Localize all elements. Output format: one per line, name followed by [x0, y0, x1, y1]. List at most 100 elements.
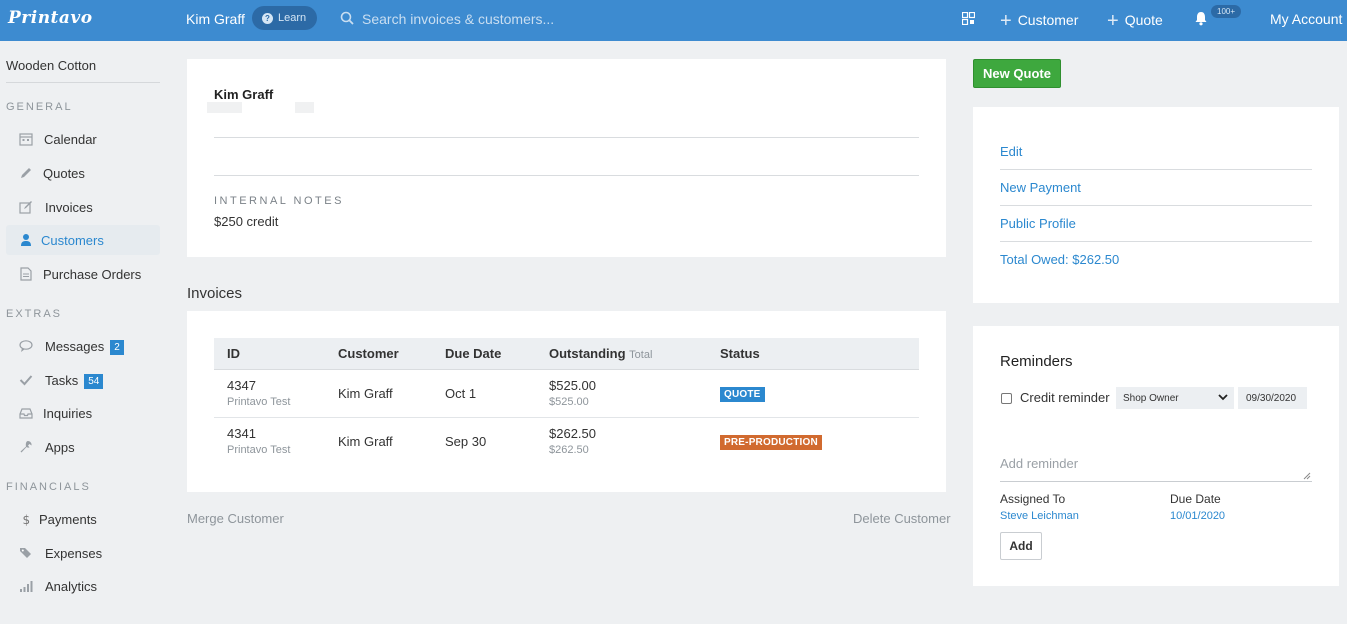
- table-row[interactable]: 4347 Printavo Test Kim Graff Oct 1 $525.0…: [214, 369, 919, 418]
- invoice-status-cell: PRE-PRODUCTION: [720, 417, 919, 465]
- edit-link[interactable]: Edit: [1000, 144, 1312, 159]
- learn-button[interactable]: ? Learn: [252, 6, 317, 30]
- invoice-total: $262.50: [549, 444, 589, 457]
- plus-icon: +: [1107, 10, 1119, 32]
- bar-chart-icon: [20, 581, 33, 592]
- sidebar-item-messages[interactable]: Messages 2: [6, 331, 160, 361]
- credit-reminder-label: Credit reminder: [1020, 390, 1110, 405]
- status-badge[interactable]: QUOTE: [720, 386, 765, 402]
- invoice-outstanding-cell: $262.50 $262.50: [549, 417, 720, 465]
- sidebar-item-calendar[interactable]: Calendar: [6, 124, 160, 154]
- invoice-outstanding: $262.50: [549, 426, 596, 442]
- sidebar-item-label: Analytics: [45, 579, 98, 594]
- status-badge[interactable]: PRE-PRODUCTION: [720, 434, 822, 450]
- sidebar-item-label: Quotes: [43, 166, 85, 181]
- search-input[interactable]: [362, 9, 632, 29]
- calendar-icon: [19, 133, 33, 146]
- credit-reminder-checkbox[interactable]: [1001, 393, 1012, 404]
- sidebar-item-tasks[interactable]: Tasks 54: [6, 365, 160, 395]
- section-label-financials: FINANCIALS: [6, 481, 91, 493]
- top-bar: Printavo Kim Graff ? Learn + Customer + Quo…: [0, 0, 1347, 41]
- table-row[interactable]: 4341 Printavo Test Kim Graff Sep 30 $262.…: [214, 417, 919, 465]
- new-customer-label: Customer: [1017, 12, 1079, 28]
- column-header-outstanding[interactable]: Outstanding Total: [549, 338, 720, 370]
- dollar-icon: $: [23, 513, 31, 526]
- invoice-total: $525.00: [549, 396, 589, 408]
- column-header-due-date[interactable]: Due Date: [445, 338, 549, 370]
- invoices-heading: Invoices: [187, 285, 243, 302]
- messages-count-badge: 2: [110, 340, 124, 355]
- invoice-due-date: Sep 30: [445, 433, 487, 449]
- my-account-link[interactable]: My Account: [1270, 11, 1342, 27]
- sidebar-item-label: Invoices: [45, 200, 93, 215]
- invoice-id[interactable]: 4347: [227, 378, 338, 393]
- invoice-customer: Kim Graff: [338, 433, 393, 449]
- new-quote-label: Quote: [1124, 12, 1163, 28]
- total-owed-link[interactable]: Total Owed: $262.50: [1000, 252, 1312, 267]
- invoice-nickname: Printavo Test: [227, 396, 291, 408]
- sidebar-item-payments[interactable]: $ Payments: [6, 504, 160, 534]
- check-icon: [19, 375, 33, 386]
- chat-icon: [19, 340, 33, 352]
- customer-actions-card: Edit New Payment Public Profile Total Ow…: [973, 107, 1339, 303]
- sidebar-item-label: Customers: [41, 233, 104, 248]
- public-profile-link[interactable]: Public Profile: [1000, 216, 1312, 231]
- sidebar-item-label: Apps: [45, 440, 75, 455]
- column-header-id[interactable]: ID: [214, 338, 338, 370]
- inbox-icon: [19, 408, 33, 419]
- new-customer-link[interactable]: + Customer: [1000, 10, 1078, 33]
- sidebar-item-expenses[interactable]: Expenses: [6, 538, 160, 568]
- reminder-date-field[interactable]: 09/30/2020: [1238, 387, 1307, 409]
- divider: [6, 82, 160, 83]
- tags-icon: [20, 548, 31, 558]
- resize-handle-icon[interactable]: [1303, 472, 1311, 480]
- invoice-id[interactable]: 4341: [227, 426, 338, 441]
- sidebar-item-apps[interactable]: Apps: [6, 432, 160, 462]
- new-quote-link[interactable]: + Quote: [1107, 10, 1163, 33]
- printavo-logo[interactable]: Printavo: [8, 8, 93, 28]
- outstanding-total-label: Total: [629, 348, 653, 361]
- bell-icon[interactable]: [1194, 11, 1208, 26]
- sidebar-item-quotes[interactable]: Quotes: [6, 158, 160, 188]
- assigned-to-value[interactable]: Steve Leichman: [1000, 510, 1079, 522]
- qr-grid-icon[interactable]: [962, 12, 975, 25]
- due-date-value[interactable]: 10/01/2020: [1170, 510, 1225, 522]
- question-icon: ?: [262, 13, 273, 24]
- outstanding-label: Outstanding: [549, 345, 626, 361]
- tasks-count-badge: 54: [84, 374, 104, 389]
- new-quote-button[interactable]: New Quote: [973, 59, 1061, 88]
- column-header-status[interactable]: Status: [720, 338, 919, 370]
- notification-count-badge: 100+: [1211, 5, 1242, 18]
- svg-text:$: $: [23, 513, 31, 526]
- company-name[interactable]: Wooden Cotton: [6, 58, 96, 73]
- sidebar-item-label: Inquiries: [43, 406, 93, 421]
- add-reminder-button[interactable]: Add: [1000, 532, 1042, 560]
- user-icon: [21, 234, 31, 246]
- invoice-id-cell[interactable]: 4347 Printavo Test: [214, 369, 338, 418]
- invoice-status-cell: QUOTE: [720, 369, 919, 418]
- divider: [214, 137, 919, 138]
- add-reminder-input[interactable]: [1000, 456, 1312, 482]
- sidebar-item-invoices[interactable]: Invoices: [6, 192, 160, 222]
- merge-customer-link[interactable]: Merge Customer: [187, 511, 284, 526]
- sidebar-item-label: Expenses: [45, 546, 103, 561]
- sidebar-item-customers[interactable]: Customers: [6, 225, 160, 255]
- redacted-field: [207, 102, 242, 113]
- new-payment-link[interactable]: New Payment: [1000, 180, 1312, 195]
- reminder-assignee-select[interactable]: Shop Owner: [1116, 387, 1234, 409]
- wrench-icon: [20, 441, 32, 453]
- sidebar-item-inquiries[interactable]: Inquiries: [6, 398, 160, 428]
- sidebar-item-label: Messages: [45, 339, 105, 354]
- reminders-title: Reminders: [1000, 353, 1073, 370]
- table-header-row: ID Customer Due Date Outstanding Total S…: [214, 338, 919, 370]
- delete-customer-link[interactable]: Delete Customer: [853, 511, 951, 526]
- divider: [1000, 205, 1312, 206]
- invoice-outstanding-cell: $525.00 $525.00: [549, 369, 720, 418]
- customer-profile-card: Kim Graff INTERNAL NOTES $250 credit: [187, 59, 946, 257]
- document-icon: [20, 267, 32, 281]
- invoice-id-cell[interactable]: 4341 Printavo Test: [214, 417, 338, 465]
- column-header-customer[interactable]: Customer: [338, 338, 445, 370]
- sidebar-item-purchase-orders[interactable]: Purchase Orders: [6, 259, 160, 289]
- due-date-label: Due Date: [1170, 492, 1221, 506]
- sidebar-item-analytics[interactable]: Analytics: [6, 571, 160, 601]
